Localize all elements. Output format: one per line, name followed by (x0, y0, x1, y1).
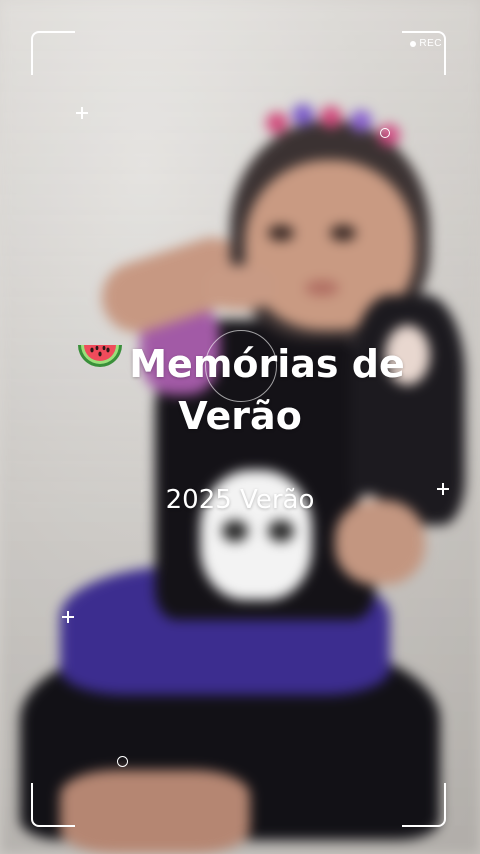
watermelon-icon (78, 345, 123, 367)
story-title: Memórias de Verão (0, 338, 480, 442)
viewfinder-corner-bottom-left (31, 783, 75, 827)
viewfinder-corner-top-left (31, 31, 75, 75)
rec-dot-icon (410, 40, 417, 47)
photo-flower (292, 104, 314, 126)
story-canvas: REC Memórias de Verão 2025 Verão (0, 0, 480, 854)
photo-flower (266, 112, 288, 134)
photo-mouth (305, 280, 339, 296)
photo-flower (350, 110, 372, 132)
photo-hand (205, 265, 275, 310)
rec-label: REC (419, 38, 442, 49)
viewfinder-corner-bottom-right (402, 783, 446, 827)
plus-sparkle-icon (62, 611, 74, 623)
plus-sparkle-icon (76, 107, 88, 119)
story-subtitle: 2025 Verão (165, 485, 315, 515)
photo-legs (60, 770, 250, 854)
photo-flower (320, 106, 342, 128)
photo-skull-eye (268, 520, 294, 542)
photo-eye (268, 225, 294, 241)
photo-eye (330, 225, 356, 241)
title-line-1: Memórias de (129, 342, 405, 386)
rec-indicator: REC (410, 38, 442, 49)
circle-sparkle-icon (380, 128, 390, 138)
circle-sparkle-icon (117, 756, 128, 767)
photo-skull-eye (222, 520, 248, 542)
title-line-2: Verão (178, 394, 302, 438)
